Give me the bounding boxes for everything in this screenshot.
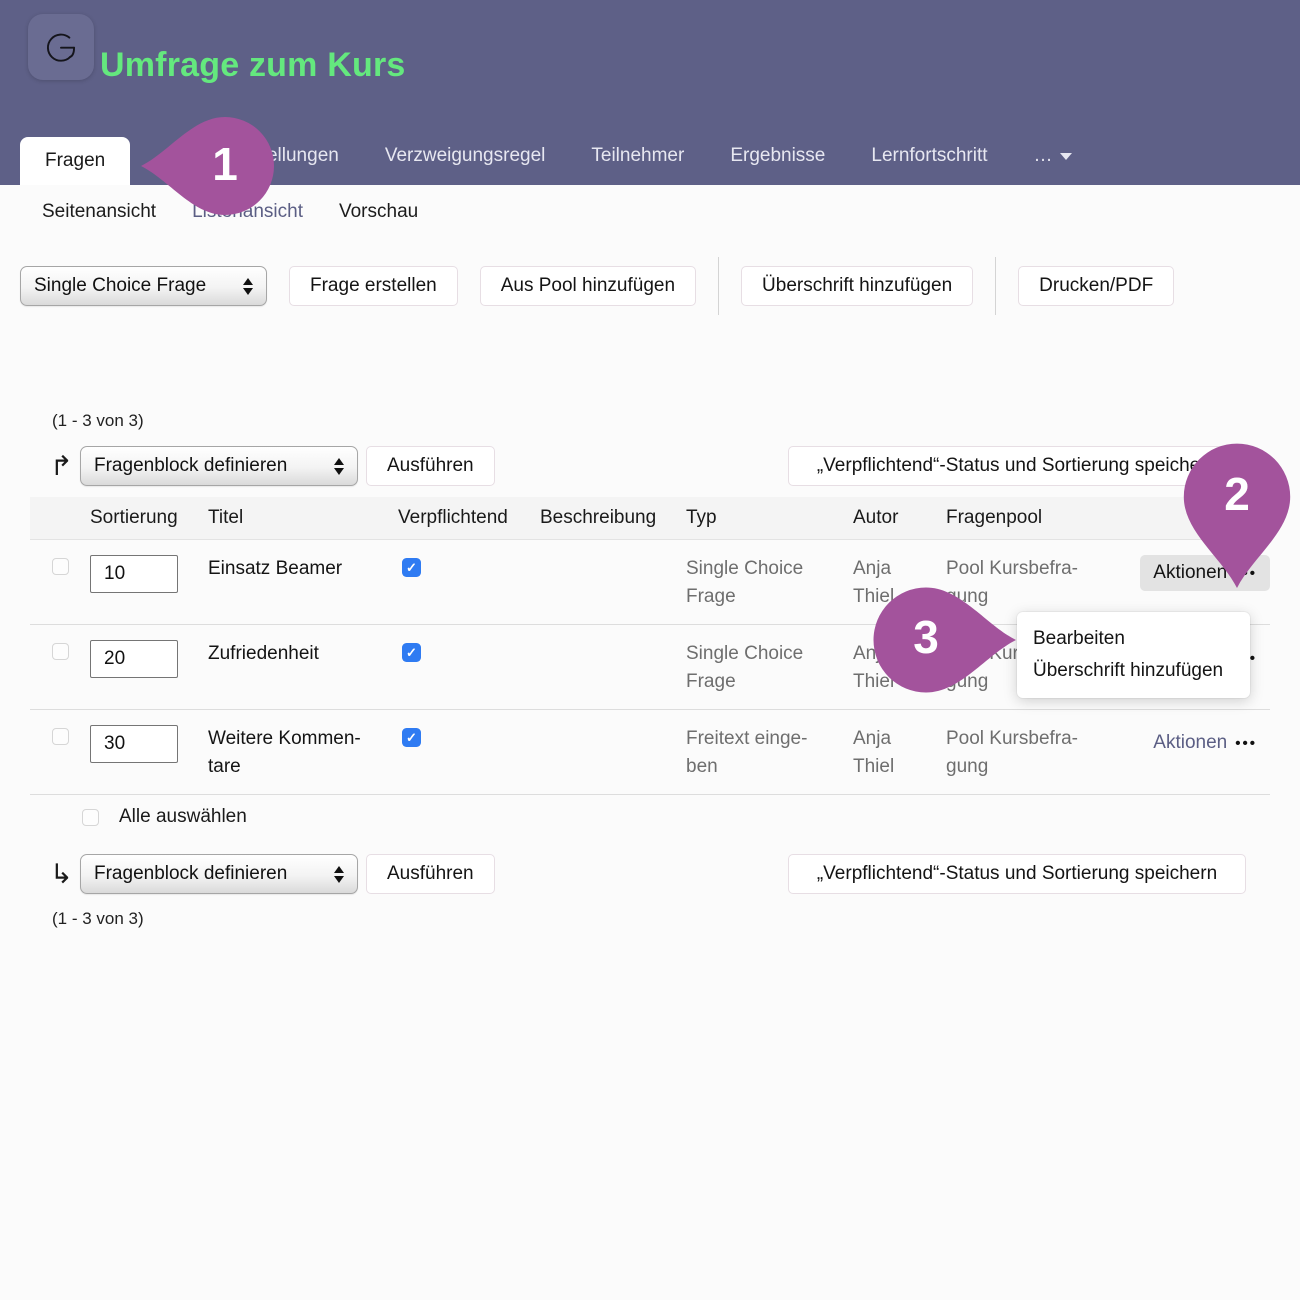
toolbar-divider (995, 257, 996, 315)
question-title: Zufriedenheit (208, 640, 398, 668)
batch-action-select-top-value: Fragenblock definieren (94, 455, 287, 477)
aktionen-label: Aktionen (1153, 732, 1227, 754)
save-status-button-bottom[interactable]: „Verpflichtend“-Status und Sortierung sp… (788, 854, 1246, 894)
aktionen-dropdown-menu: Bearbeiten Überschrift hinzufügen (1017, 612, 1250, 698)
create-question-button[interactable]: Frage erstellen (289, 266, 458, 306)
batch-row-top: ↱ Fragenblock definieren Ausführen „Verp… (0, 445, 1300, 487)
col-header-beschreibung: Beschreibung (540, 507, 686, 529)
chevron-down-icon (1060, 153, 1072, 160)
execute-button-bottom[interactable]: Ausführen (366, 854, 495, 894)
typ-cell: Freitext einge- ben (686, 725, 853, 781)
app-logo[interactable] (28, 14, 94, 80)
col-header-typ: Typ (686, 507, 853, 529)
question-type-select-value: Single Choice Frage (34, 275, 206, 297)
typ-cell: Single Choice Frage (686, 640, 853, 696)
subnav-seitenansicht[interactable]: Seitenansicht (42, 201, 156, 231)
circle-g-logo-icon (39, 25, 83, 69)
table-row: Weitere Kommen- tare Freitext einge- ben… (30, 710, 1270, 795)
annotation-number-3: 3 (913, 610, 939, 664)
batch-action-select-top[interactable]: Fragenblock definieren (80, 446, 358, 486)
sort-input[interactable] (90, 725, 178, 763)
annotation-pin-3 (866, 565, 1016, 715)
verpflichtend-checkbox-checked[interactable] (402, 643, 421, 662)
annotation-pin-1 (141, 96, 281, 236)
add-heading-button[interactable]: Überschrift hinzufügen (741, 266, 973, 306)
fragenpool-cell: Pool Kursbefra- gung (946, 725, 1120, 781)
batch-row-bottom: ↳ Fragenblock definieren Ausführen „Verp… (0, 853, 1300, 895)
tab-verzweigungsregel[interactable]: Verzweigungsregel (362, 127, 569, 185)
verpflichtend-checkbox-checked[interactable] (402, 728, 421, 747)
batch-action-select-bottom-value: Fragenblock definieren (94, 863, 287, 885)
col-header-fragenpool: Fragenpool (946, 507, 1120, 529)
select-all-label: Alle auswählen (119, 806, 247, 828)
select-arrows-icon (334, 458, 344, 475)
menu-item-ueberschrift-hinzufuegen[interactable]: Überschrift hinzufügen (1017, 655, 1250, 687)
select-all-checkbox[interactable] (82, 809, 99, 826)
subnav-vorschau[interactable]: Vorschau (339, 201, 418, 231)
select-arrows-icon (243, 278, 253, 295)
result-count-bottom: (1 - 3 von 3) (0, 909, 1300, 929)
question-title: Weitere Kommen- tare (208, 725, 398, 781)
annotation-number-1: 1 (212, 137, 238, 191)
add-from-pool-button[interactable]: Aus Pool hinzufügen (480, 266, 696, 306)
menu-item-bearbeiten[interactable]: Bearbeiten (1017, 623, 1250, 655)
annotation-number-2: 2 (1224, 467, 1250, 521)
tab-ergebnisse[interactable]: Ergebnisse (707, 127, 848, 185)
select-all-row: Alle auswählen (30, 795, 1270, 839)
page-title: Umfrage zum Kurs (100, 46, 405, 85)
result-count-top: (1 - 3 von 3) (0, 411, 1300, 431)
ellipsis-icon: ••• (1235, 735, 1257, 752)
toolbar-divider (718, 257, 719, 315)
tab-overflow-label: … (1034, 127, 1053, 185)
typ-cell: Single Choice Frage (686, 555, 853, 611)
print-pdf-button[interactable]: Drucken/PDF (1018, 266, 1174, 306)
apply-down-arrow-icon: ↳ (50, 859, 80, 890)
select-arrows-icon (334, 866, 344, 883)
question-title: Einsatz Beamer (208, 555, 398, 583)
row-select-checkbox[interactable] (52, 558, 69, 575)
question-toolbar: Single Choice Frage Frage erstellen Aus … (0, 265, 1300, 307)
sort-input[interactable] (90, 640, 178, 678)
question-type-select[interactable]: Single Choice Frage (20, 266, 267, 306)
col-header-sortierung: Sortierung (90, 507, 208, 529)
table-header-row: Sortierung Titel Verpflichtend Beschreib… (30, 497, 1270, 540)
apply-up-arrow-icon: ↱ (50, 451, 80, 482)
row-select-checkbox[interactable] (52, 728, 69, 745)
col-header-verpflichtend: Verpflichtend (398, 507, 540, 529)
tab-fragen[interactable]: Fragen (20, 137, 130, 185)
tab-overflow[interactable]: … (1011, 127, 1095, 185)
tab-lernfortschritt[interactable]: Lernfortschritt (848, 127, 1010, 185)
row-select-checkbox[interactable] (52, 643, 69, 660)
tab-teilnehmer[interactable]: Teilnehmer (568, 127, 707, 185)
col-header-titel: Titel (208, 507, 398, 529)
autor-cell: Anja Thiel (853, 725, 946, 781)
verpflichtend-checkbox-checked[interactable] (402, 558, 421, 577)
col-header-autor: Autor (853, 507, 946, 529)
execute-button-top[interactable]: Ausführen (366, 446, 495, 486)
aktionen-button-row-3[interactable]: Aktionen ••• (1140, 725, 1270, 761)
batch-action-select-bottom[interactable]: Fragenblock definieren (80, 854, 358, 894)
sort-input[interactable] (90, 555, 178, 593)
